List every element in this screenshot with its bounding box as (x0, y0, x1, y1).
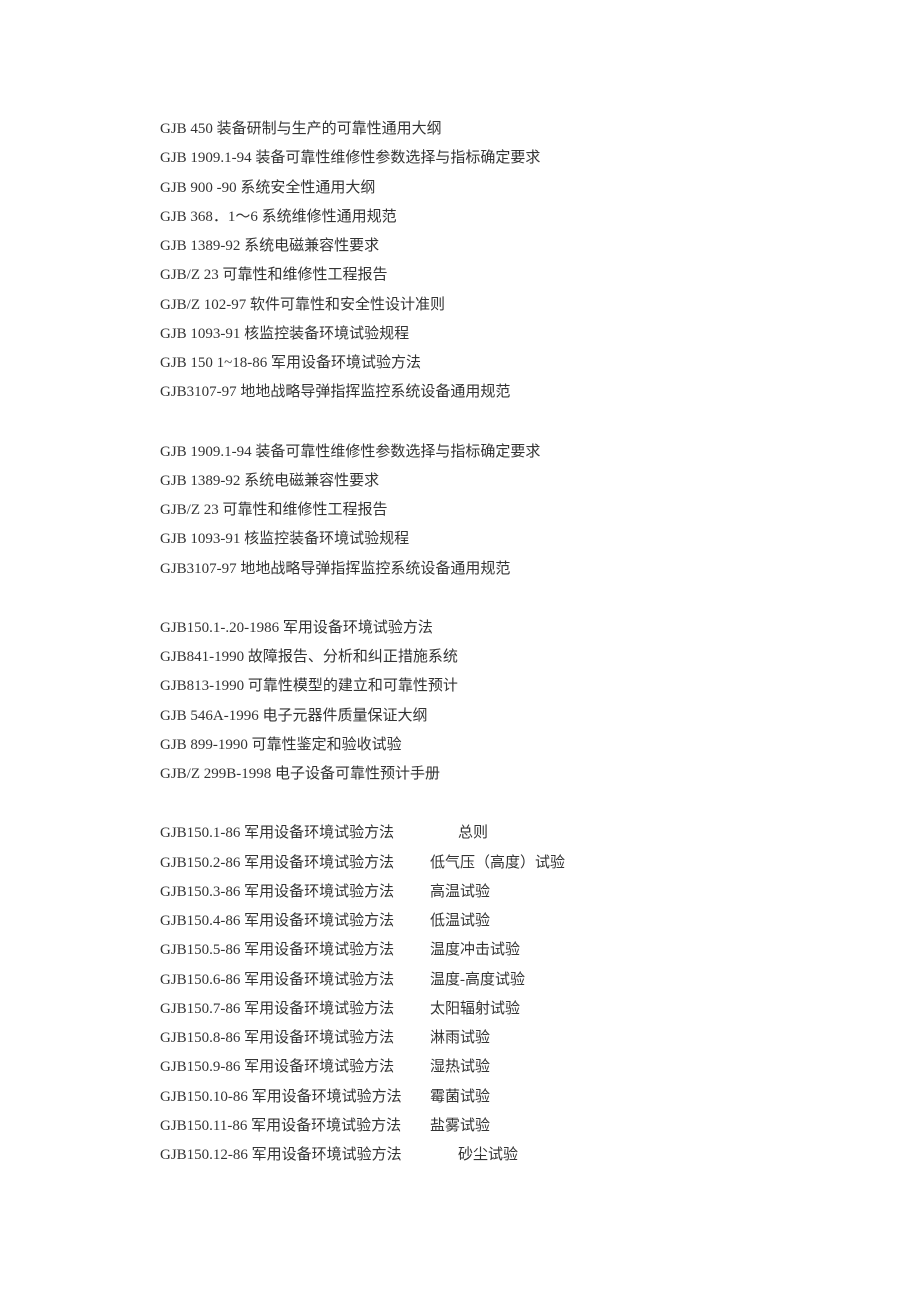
standard-description: 盐雾试验 (430, 1112, 760, 1141)
standard-description: 淋雨试验 (430, 1024, 760, 1053)
standards-block-3: GJB150.1-.20-1986 军用设备环境试验方法GJB841-1990 … (160, 614, 760, 790)
standard-line: GJB 899-1990 可靠性鉴定和验收试验 (160, 731, 760, 760)
standard-code-title: GJB150.8-86 军用设备环境试验方法 (160, 1024, 430, 1053)
standard-row: GJB150.10-86 军用设备环境试验方法霉菌试验 (160, 1083, 760, 1112)
standard-code-title: GJB150.12-86 军用设备环境试验方法 (160, 1141, 430, 1170)
standard-line: GJB 368．1～6 系统维修性通用规范 (160, 203, 760, 232)
standard-line: GJB 1389-92 系统电磁兼容性要求 (160, 467, 760, 496)
standards-block-4: GJB150.1-86 军用设备环境试验方法总则GJB150.2-86 军用设备… (160, 819, 760, 1170)
standard-line: GJB/Z 23 可靠性和维修性工程报告 (160, 496, 760, 525)
standard-code-title: GJB150.5-86 军用设备环境试验方法 (160, 936, 430, 965)
standards-block-1: GJB 450 装备研制与生产的可靠性通用大纲GJB 1909.1-94 装备可… (160, 115, 760, 408)
standard-row: GJB150.12-86 军用设备环境试验方法砂尘试验 (160, 1141, 760, 1170)
standard-code-title: GJB150.11-86 军用设备环境试验方法 (160, 1112, 430, 1141)
standard-description: 太阳辐射试验 (430, 995, 760, 1024)
standard-line: GJB 1389-92 系统电磁兼容性要求 (160, 232, 760, 261)
standard-line: GJB813-1990 可靠性模型的建立和可靠性预计 (160, 672, 760, 701)
standard-line: GJB 1093-91 核监控装备环境试验规程 (160, 525, 760, 554)
standard-line: GJB 1909.1-94 装备可靠性维修性参数选择与指标确定要求 (160, 144, 760, 173)
standard-row: GJB150.6-86 军用设备环境试验方法温度-高度试验 (160, 966, 760, 995)
standard-description: 低温试验 (430, 907, 760, 936)
standard-line: GJB/Z 299B-1998 电子设备可靠性预计手册 (160, 760, 760, 789)
standard-code-title: GJB150.7-86 军用设备环境试验方法 (160, 995, 430, 1024)
standard-code-title: GJB150.2-86 军用设备环境试验方法 (160, 849, 430, 878)
standard-line: GJB 450 装备研制与生产的可靠性通用大纲 (160, 115, 760, 144)
standard-description: 霉菌试验 (430, 1083, 760, 1112)
standard-description: 砂尘试验 (430, 1141, 760, 1170)
standard-description: 总则 (430, 819, 760, 848)
standard-row: GJB150.3-86 军用设备环境试验方法高温试验 (160, 878, 760, 907)
standard-code-title: GJB150.6-86 军用设备环境试验方法 (160, 966, 430, 995)
standard-line: GJB 1909.1-94 装备可靠性维修性参数选择与指标确定要求 (160, 438, 760, 467)
standard-line: GJB841-1990 故障报告、分析和纠正措施系统 (160, 643, 760, 672)
standard-row: GJB150.8-86 军用设备环境试验方法淋雨试验 (160, 1024, 760, 1053)
standard-description: 低气压（高度）试验 (430, 849, 760, 878)
standard-row: GJB150.4-86 军用设备环境试验方法低温试验 (160, 907, 760, 936)
standard-code-title: GJB150.9-86 军用设备环境试验方法 (160, 1053, 430, 1082)
standard-line: GJB/Z 102-97 软件可靠性和安全性设计准则 (160, 291, 760, 320)
standard-line: GJB/Z 23 可靠性和维修性工程报告 (160, 261, 760, 290)
standard-line: GJB 150 1~18-86 军用设备环境试验方法 (160, 349, 760, 378)
standard-line: GJB 546A-1996 电子元器件质量保证大纲 (160, 702, 760, 731)
standard-code-title: GJB150.4-86 军用设备环境试验方法 (160, 907, 430, 936)
standard-row: GJB150.7-86 军用设备环境试验方法太阳辐射试验 (160, 995, 760, 1024)
standard-code-title: GJB150.3-86 军用设备环境试验方法 (160, 878, 430, 907)
standard-row: GJB150.9-86 军用设备环境试验方法湿热试验 (160, 1053, 760, 1082)
standard-description: 温度-高度试验 (430, 966, 760, 995)
standard-code-title: GJB150.10-86 军用设备环境试验方法 (160, 1083, 430, 1112)
standard-line: GJB 900 -90 系统安全性通用大纲 (160, 174, 760, 203)
standards-block-2: GJB 1909.1-94 装备可靠性维修性参数选择与指标确定要求GJB 138… (160, 438, 760, 584)
standard-line: GJB 1093-91 核监控装备环境试验规程 (160, 320, 760, 349)
standard-code-title: GJB150.1-86 军用设备环境试验方法 (160, 819, 430, 848)
standard-line: GJB3107-97 地地战略导弹指挥监控系统设备通用规范 (160, 555, 760, 584)
standard-row: GJB150.2-86 军用设备环境试验方法低气压（高度）试验 (160, 849, 760, 878)
standard-row: GJB150.11-86 军用设备环境试验方法盐雾试验 (160, 1112, 760, 1141)
standard-row: GJB150.1-86 军用设备环境试验方法总则 (160, 819, 760, 848)
document-page: GJB 450 装备研制与生产的可靠性通用大纲GJB 1909.1-94 装备可… (0, 0, 920, 1302)
standard-line: GJB150.1-.20-1986 军用设备环境试验方法 (160, 614, 760, 643)
standard-line: GJB3107-97 地地战略导弹指挥监控系统设备通用规范 (160, 378, 760, 407)
standard-row: GJB150.5-86 军用设备环境试验方法温度冲击试验 (160, 936, 760, 965)
standard-description: 湿热试验 (430, 1053, 760, 1082)
standard-description: 温度冲击试验 (430, 936, 760, 965)
standard-description: 高温试验 (430, 878, 760, 907)
